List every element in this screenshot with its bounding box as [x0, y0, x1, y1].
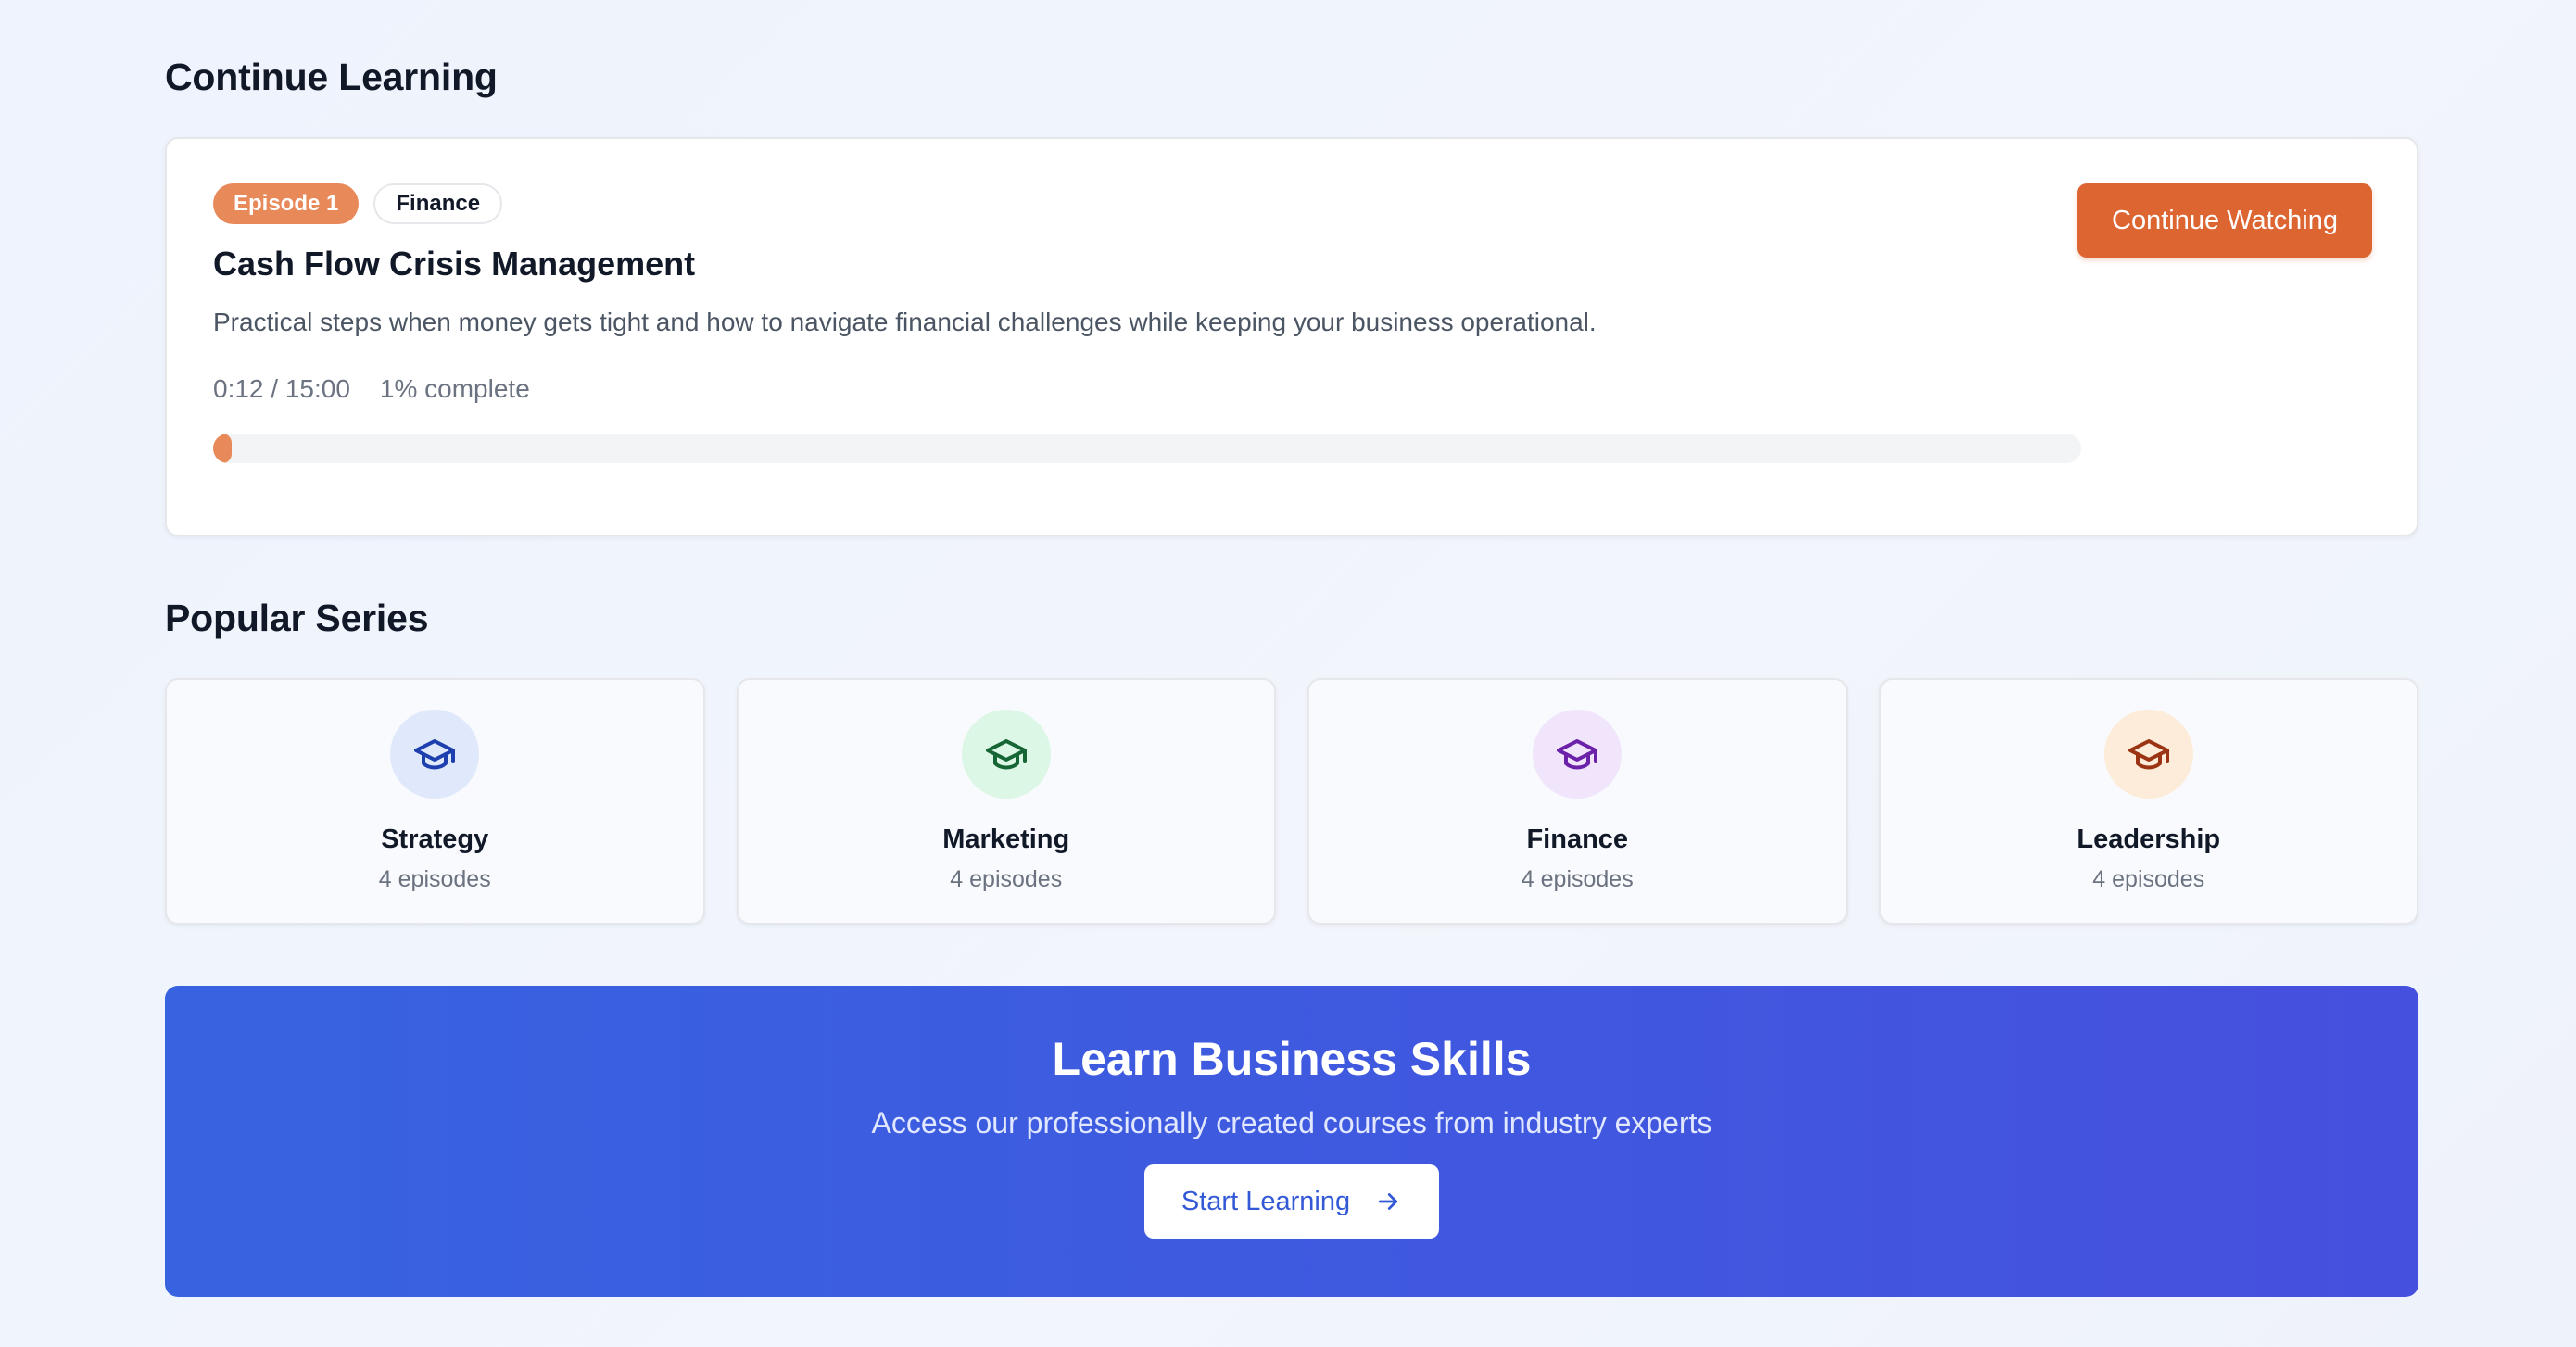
series-card-leadership[interactable]: Leadership 4 episodes	[1878, 678, 2418, 925]
series-episode-count: 4 episodes	[378, 866, 491, 892]
series-episode-count: 4 episodes	[2092, 866, 2205, 892]
page: Continue Learning Episode 1 Finance Cash…	[0, 0, 2576, 1347]
series-episode-count: 4 episodes	[950, 866, 1063, 892]
series-name: Marketing	[942, 825, 1070, 854]
banner-title: Learn Business Skills	[1052, 1033, 1532, 1085]
graduation-cap-icon	[2103, 710, 2193, 799]
popular-series-heading: Popular Series	[165, 597, 429, 639]
graduation-cap-icon	[390, 710, 480, 799]
start-learning-label: Start Learning	[1181, 1186, 1351, 1216]
progress-percent: 1% complete	[379, 374, 530, 403]
episode-badges: Episode 1 Finance	[213, 183, 503, 224]
continue-watching-button[interactable]: Continue Watching	[2077, 183, 2372, 258]
episode-description: Practical steps when money gets tight an…	[213, 308, 1597, 336]
continue-learning-heading: Continue Learning	[165, 56, 498, 98]
continue-learning-card: Episode 1 Finance Cash Flow Crisis Manag…	[165, 137, 2418, 536]
category-badge: Finance	[373, 183, 503, 224]
progress-bar	[213, 434, 2081, 463]
progress-bar-fill	[213, 434, 233, 463]
graduation-cap-icon	[961, 710, 1051, 799]
banner-subtitle: Access our professionally created course…	[871, 1106, 1712, 1139]
graduation-cap-icon	[1533, 710, 1623, 799]
learn-skills-banner: Learn Business Skills Access our profess…	[165, 986, 2418, 1297]
series-card-marketing[interactable]: Marketing 4 episodes	[736, 678, 1276, 925]
start-learning-button[interactable]: Start Learning	[1144, 1164, 1439, 1239]
series-card-strategy[interactable]: Strategy 4 episodes	[165, 678, 705, 925]
episode-title: Cash Flow Crisis Management	[213, 245, 696, 283]
progress-time: 0:12 / 15:00	[213, 374, 350, 403]
series-name: Finance	[1526, 825, 1629, 854]
series-episode-count: 4 episodes	[1521, 866, 1634, 892]
series-name: Leadership	[2077, 825, 2221, 854]
series-card-finance[interactable]: Finance 4 episodes	[1307, 678, 1848, 925]
progress-meta: 0:12 / 15:00 1% complete	[213, 374, 530, 404]
series-name: Strategy	[381, 825, 489, 854]
arrow-right-icon	[1378, 1193, 1398, 1210]
popular-series-grid: Strategy 4 episodes Marketing 4 episodes…	[165, 678, 2418, 925]
episode-badge: Episode 1	[213, 183, 360, 224]
